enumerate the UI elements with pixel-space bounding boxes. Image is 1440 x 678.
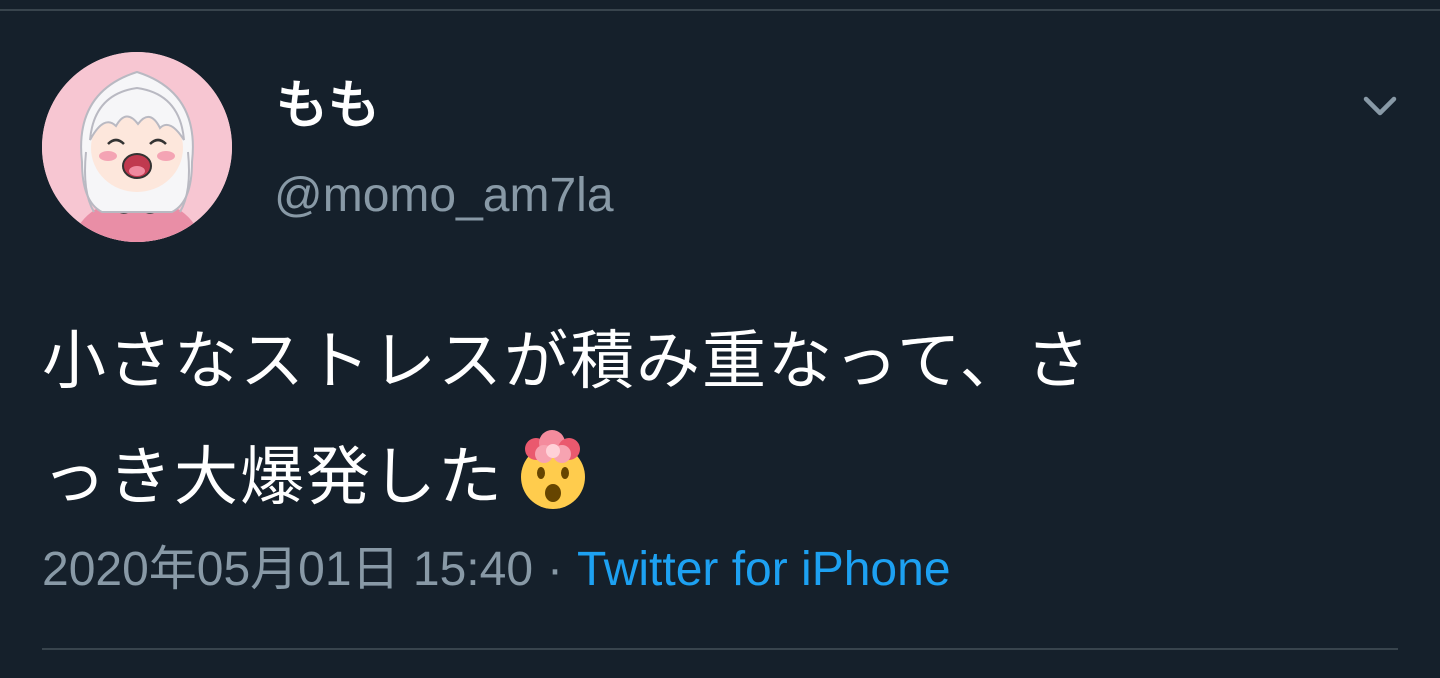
bottom-divider (42, 648, 1398, 650)
tweet-card: もも @momo_am7la 小さなストレスが積み重なって、さ っき大爆発した (0, 0, 1440, 678)
source-link[interactable]: Twitter for iPhone (577, 543, 951, 596)
chevron-down-icon[interactable] (1356, 82, 1404, 130)
tweet-text-line-2-content: っき大爆発した (42, 441, 504, 515)
tweet-text-line-2: っき大爆発した (42, 420, 1362, 536)
exploding-head-icon (510, 427, 596, 550)
display-name[interactable]: もも (276, 74, 380, 138)
meta-separator: · (547, 543, 564, 596)
avatar-illustration (42, 52, 232, 242)
tweet-text-line-1: 小さなストレスが積み重なって、さ (42, 325, 1092, 399)
top-divider (0, 9, 1440, 11)
tweet-meta: 2020年05月01日 15:40 · Twitter for iPhone (42, 538, 951, 602)
timestamp[interactable]: 2020年05月01日 15:40 (42, 543, 533, 596)
tweet-text: 小さなストレスが積み重なって、さ っき大爆発した (42, 304, 1362, 536)
user-handle[interactable]: @momo_am7la (274, 166, 614, 226)
avatar[interactable] (42, 52, 232, 242)
